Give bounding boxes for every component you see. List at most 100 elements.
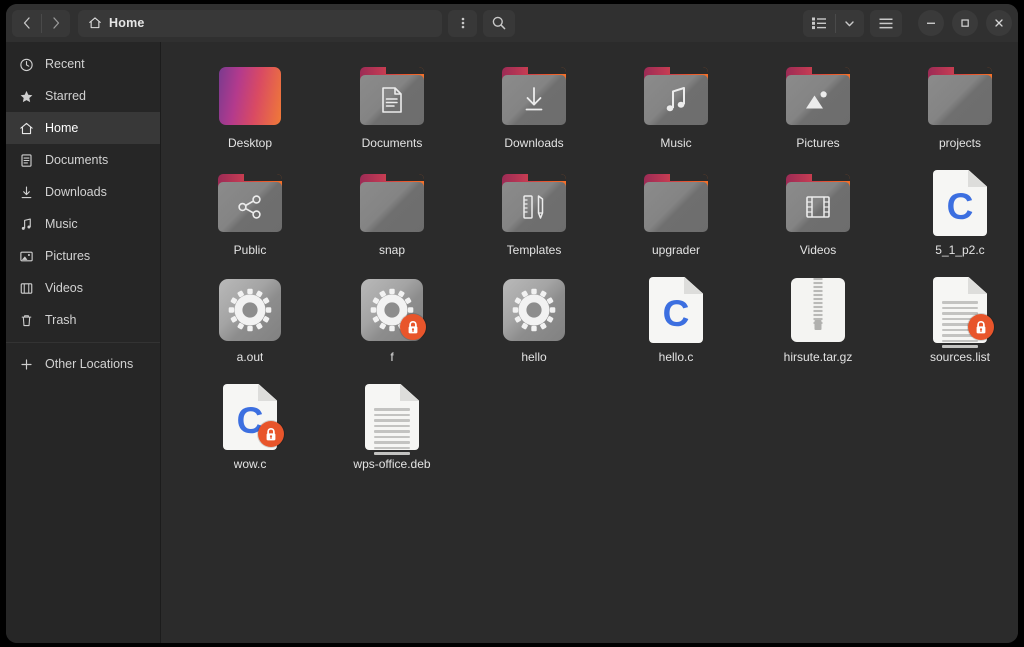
sidebar-item-music[interactable]: Music <box>6 208 160 240</box>
file-item[interactable]: Music <box>605 56 747 163</box>
header-bar: Home <box>6 4 1018 42</box>
sidebar-item-documents[interactable]: Documents <box>6 144 160 176</box>
file-icon <box>498 274 570 346</box>
file-item[interactable]: wps-office.deb <box>321 377 463 484</box>
file-label: Videos <box>799 243 837 257</box>
file-item[interactable]: sources.list <box>889 270 1018 377</box>
view-mode-group <box>803 9 864 37</box>
file-icon <box>924 274 996 348</box>
folder-icon <box>786 67 850 125</box>
folder-icon <box>218 174 282 232</box>
file-item[interactable]: a.out <box>179 270 321 377</box>
file-icon <box>214 274 286 346</box>
close-button[interactable] <box>986 10 1012 36</box>
home-icon <box>16 121 36 136</box>
file-manager-window: Home Recent Starred Home Documents Downl… <box>6 4 1018 643</box>
sidebar-item-starred[interactable]: Starred <box>6 80 160 112</box>
file-label: hello.c <box>658 350 694 364</box>
trash-icon <box>16 313 36 328</box>
file-icon <box>924 60 996 132</box>
view-options-button[interactable] <box>448 9 478 37</box>
file-icon <box>782 167 854 239</box>
folder-icon <box>644 174 708 232</box>
file-label: projects <box>938 136 982 150</box>
file-item[interactable]: hirsute.tar.gz <box>747 270 889 377</box>
file-item[interactable]: Chello.c <box>605 270 747 377</box>
back-button[interactable] <box>12 9 41 37</box>
file-item[interactable]: Pictures <box>747 56 889 163</box>
window-body: Recent Starred Home Documents Downloads … <box>6 42 1018 643</box>
folder-icon <box>644 67 708 125</box>
sidebar-item-pictures[interactable]: Pictures <box>6 240 160 272</box>
sidebar-item-label: Downloads <box>45 185 107 199</box>
file-view[interactable]: Desktop Documents Downloads Music Pictures pr… <box>161 42 1018 643</box>
forward-button[interactable] <box>41 9 70 37</box>
code-file-icon: C <box>933 170 987 236</box>
file-item[interactable]: f <box>321 270 463 377</box>
file-label: f <box>390 350 394 364</box>
sidebar-item-videos[interactable]: Videos <box>6 272 160 304</box>
file-item[interactable]: Cwow.c <box>179 377 321 484</box>
sidebar-item-home[interactable]: Home <box>6 112 160 144</box>
file-item[interactable]: Desktop <box>179 56 321 163</box>
file-item[interactable]: Videos <box>747 163 889 270</box>
file-icon <box>782 60 854 132</box>
picture-icon <box>16 249 36 264</box>
file-label: wow.c <box>233 457 267 471</box>
archive-icon <box>791 278 845 342</box>
file-label: wps-office.deb <box>353 457 431 471</box>
sidebar-item-downloads[interactable]: Downloads <box>6 176 160 208</box>
star-icon <box>16 89 36 104</box>
file-label: Documents <box>361 136 423 150</box>
executable-icon <box>219 279 281 341</box>
list-view-button[interactable] <box>803 9 835 37</box>
sidebar-item-label: Music <box>45 217 78 231</box>
file-item[interactable]: hello <box>463 270 605 377</box>
sidebar-item-trash[interactable]: Trash <box>6 304 160 336</box>
lock-emblem-icon <box>400 314 426 340</box>
navigation-buttons <box>12 9 70 37</box>
plus-icon <box>16 357 36 372</box>
home-icon <box>88 16 102 30</box>
video-icon <box>16 281 36 296</box>
file-item[interactable]: Downloads <box>463 56 605 163</box>
lock-emblem-icon <box>258 421 284 447</box>
executable-icon <box>503 279 565 341</box>
sidebar-item-other-locations[interactable]: Other Locations <box>6 348 160 380</box>
download-icon <box>16 185 36 200</box>
file-label: a.out <box>236 350 264 364</box>
desktop-thumbnail <box>219 67 281 125</box>
minimize-button[interactable] <box>918 10 944 36</box>
file-label: upgrader <box>651 243 701 257</box>
folder-icon <box>502 67 566 125</box>
file-icon <box>498 60 570 132</box>
chevron-down-icon[interactable] <box>835 9 864 37</box>
file-item[interactable]: projects <box>889 56 1018 163</box>
sidebar-item-label: Documents <box>45 153 109 167</box>
file-item[interactable]: Templates <box>463 163 605 270</box>
file-label: 5_1_p2.c <box>935 243 985 257</box>
document-icon <box>16 153 36 168</box>
code-file-icon: C <box>649 277 703 343</box>
file-item[interactable]: Public <box>179 163 321 270</box>
file-item[interactable]: Documents <box>321 56 463 163</box>
folder-icon <box>786 174 850 232</box>
sidebar-item-recent[interactable]: Recent <box>6 48 160 80</box>
path-bar[interactable]: Home <box>78 9 443 37</box>
file-icon <box>356 60 428 132</box>
search-button[interactable] <box>483 9 516 37</box>
sidebar-item-label: Home <box>45 121 79 135</box>
lock-emblem-icon <box>968 314 994 340</box>
file-label: Templates <box>506 243 562 257</box>
sidebar-item-label: Starred <box>45 89 86 103</box>
file-item[interactable]: C 5_1_p2.c <box>889 163 1018 270</box>
maximize-button[interactable] <box>952 10 978 36</box>
sidebar-item-label: Pictures <box>45 249 91 263</box>
file-item[interactable]: snap <box>321 163 463 270</box>
file-label: Pictures <box>796 136 840 150</box>
main-menu-button[interactable] <box>870 9 902 37</box>
folder-icon <box>360 174 424 232</box>
file-item[interactable]: upgrader <box>605 163 747 270</box>
file-icon <box>782 274 854 346</box>
music-icon <box>16 217 36 232</box>
